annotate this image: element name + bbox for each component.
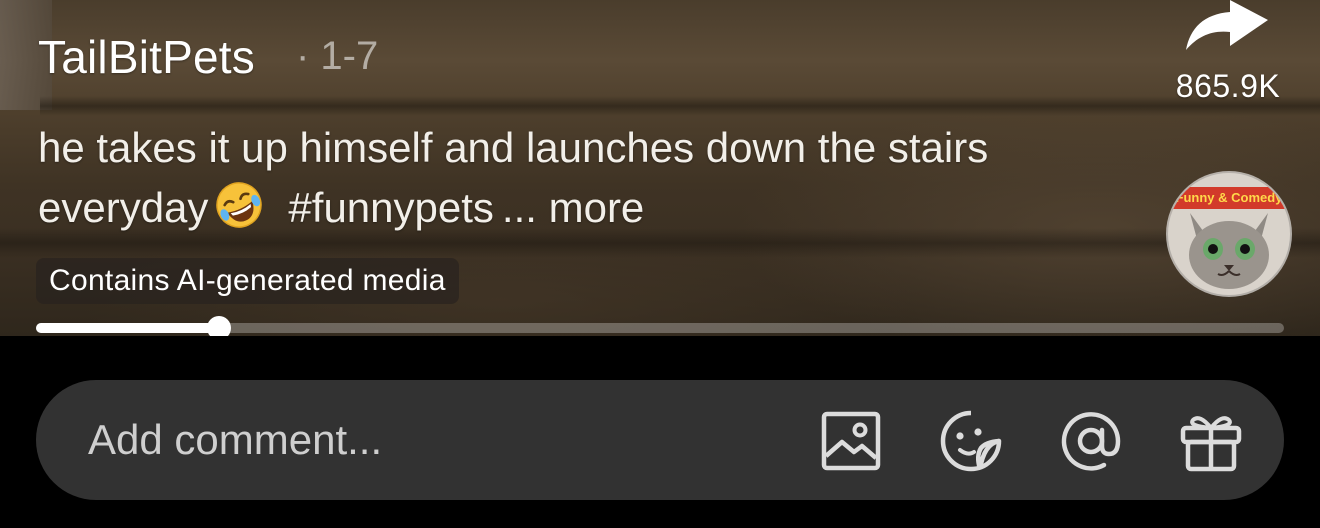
video-player[interactable]: TailBitPets · 1-7 he takes it up himself… [0, 0, 1320, 336]
post-caption[interactable]: he takes it up himself and launches down… [38, 118, 1018, 238]
playback-progress-fill [36, 323, 220, 333]
video-frame-stair-edge [40, 96, 1320, 116]
post-date: · 1-7 [296, 34, 379, 78]
mention-icon [1061, 412, 1121, 471]
music-disc-avatar[interactable]: Funny & Comedy [1168, 173, 1290, 295]
image-icon [821, 411, 881, 471]
ai-generated-badge[interactable]: Contains AI-generated media [36, 258, 459, 304]
share-button[interactable] [1178, 0, 1278, 60]
share-count: 865.9K [1175, 68, 1281, 104]
gift-icon [1180, 416, 1242, 472]
rolling-on-floor-laughing-emoji [216, 182, 263, 228]
playback-progress-bar[interactable] [36, 316, 1284, 336]
author-username[interactable]: TailBitPets [38, 30, 255, 84]
playback-scrub-handle[interactable] [207, 316, 232, 336]
sticker-icon [940, 410, 1002, 472]
sticker-button[interactable] [938, 408, 1004, 474]
comment-bar [36, 380, 1284, 500]
cat-face-icon [1189, 213, 1269, 289]
hashtag-link[interactable]: #funnypets [288, 184, 494, 231]
share-arrow-icon [1186, 0, 1268, 50]
caption-more-link[interactable]: ... more [502, 184, 644, 231]
comment-input[interactable] [88, 410, 748, 470]
gift-button[interactable] [1178, 408, 1244, 474]
mention-button[interactable] [1058, 408, 1124, 474]
image-button[interactable] [818, 408, 884, 474]
